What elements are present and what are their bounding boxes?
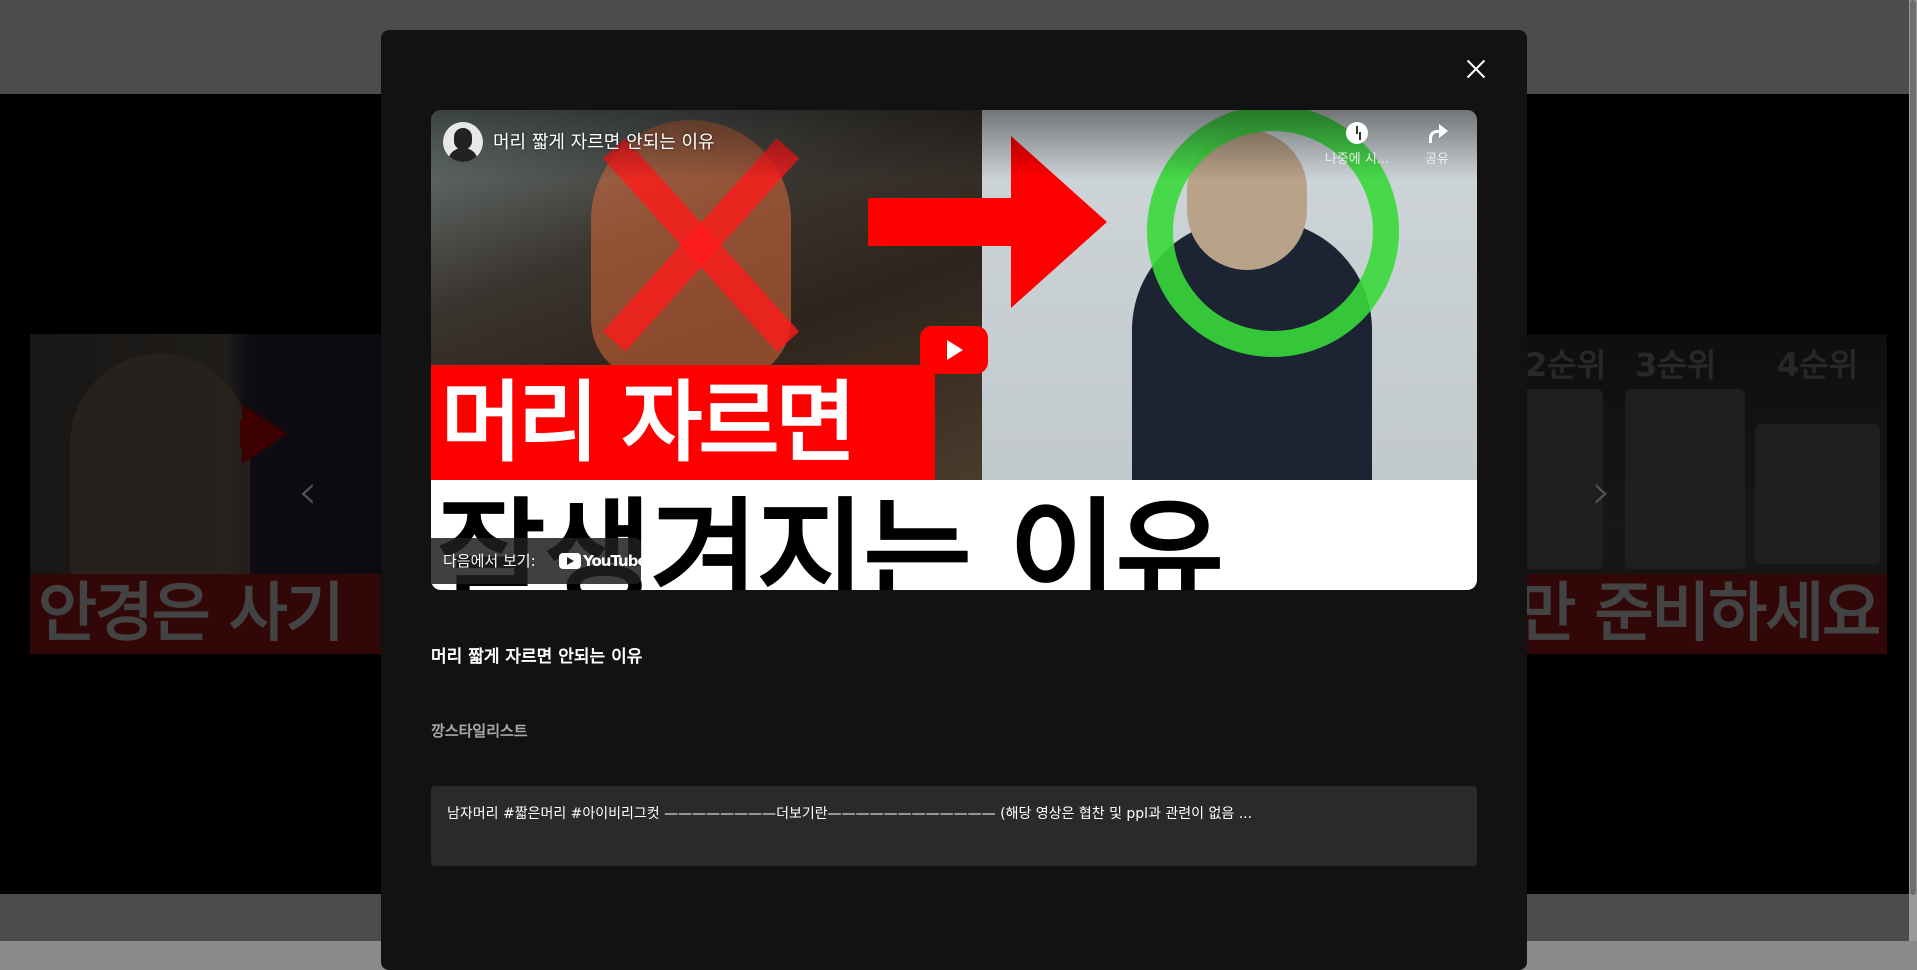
share-icon — [1426, 122, 1448, 144]
watch-later-button[interactable]: 나중에 시... — [1317, 122, 1397, 167]
thumbnail-caption-red: 머리 자르면 — [431, 365, 935, 480]
description-text: 남자머리 #짧은머리 #아이비리그컷 ————————더보기란—————————… — [447, 806, 1253, 822]
video-modal: 머리 자르면 잘생겨지는 이유 머리 짧게 자르면 안되는 이유 나중에 시..… — [381, 30, 1527, 970]
youtube-logo-icon — [559, 553, 581, 569]
watch-on-label: 다음에서 보기: — [443, 552, 536, 570]
thumbnail-arrow-bar — [868, 198, 1013, 246]
clock-icon — [1346, 122, 1368, 144]
scrollbar-thumb[interactable] — [1910, 0, 1916, 895]
video-title: 머리 짧게 자르면 안되는 이유 — [431, 647, 643, 667]
page-scrollbar[interactable] — [1909, 0, 1917, 941]
player-title[interactable]: 머리 짧게 자르면 안되는 이유 — [493, 128, 715, 154]
close-icon[interactable] — [1461, 54, 1491, 84]
channel-avatar[interactable] — [443, 122, 483, 162]
channel-name: 깡스타일리스트 — [431, 722, 528, 740]
share-button[interactable]: 공유 — [1397, 122, 1477, 167]
share-label: 공유 — [1425, 152, 1449, 167]
play-icon[interactable] — [920, 326, 988, 374]
youtube-player[interactable]: 머리 자르면 잘생겨지는 이유 머리 짧게 자르면 안되는 이유 나중에 시..… — [431, 110, 1477, 590]
watch-later-label: 나중에 시... — [1324, 152, 1390, 167]
watch-on-youtube-button[interactable]: 다음에서 보기: YouTube — [431, 538, 648, 584]
youtube-wordmark: YouTube — [583, 552, 648, 570]
description-box[interactable]: 남자머리 #짧은머리 #아이비리그컷 ————————더보기란—————————… — [431, 786, 1477, 866]
